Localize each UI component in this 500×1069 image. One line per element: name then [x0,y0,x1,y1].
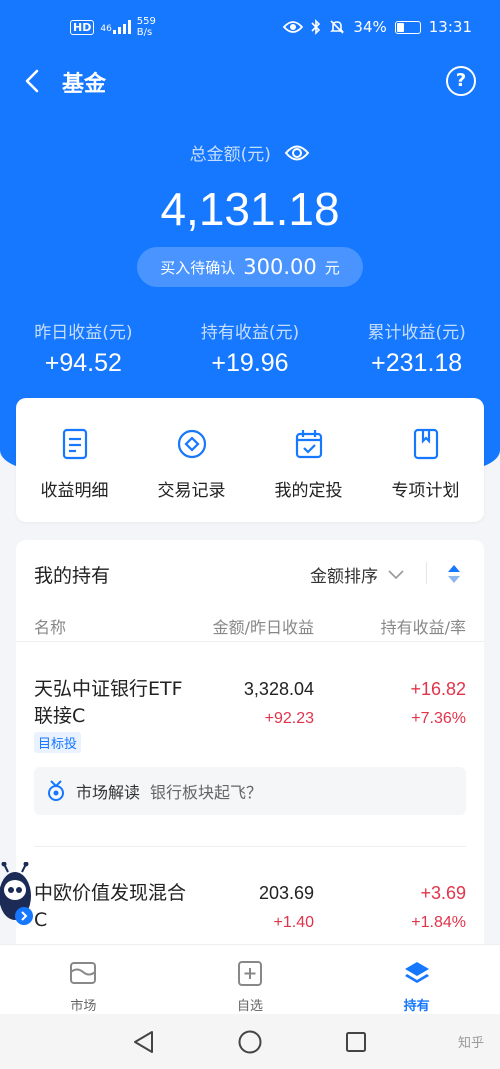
clock: 13:31 [428,18,472,36]
stat-yesterday: 昨日收益(元) +94.52 [0,318,167,378]
divider [34,846,466,847]
tab-market[interactable]: 市场 [0,945,167,1014]
fund-name: 中欧价值发现混合C [34,882,187,931]
eye-icon[interactable] [284,144,310,162]
action-label: 交易记录 [157,481,226,501]
stat-holding: 持有收益(元) +19.96 [167,318,334,378]
bookmark-icon [413,428,438,460]
fund-amount: 203.69 [258,883,314,903]
fund-row[interactable]: 天弘中证银行ETF联接C 3,328.04 +92.23 +16.82 +7.3… [16,670,484,870]
battery-percent: 34% [353,18,387,36]
sort-order-icon[interactable] [446,562,462,586]
hd-badge: HD [70,19,95,35]
system-home-icon[interactable] [238,1030,262,1054]
speed-value: 559 [136,16,156,27]
help-icon: ? [455,70,467,91]
status-bar: HD 46 559 B/s 34% 13:31 [0,0,500,52]
tab-watchlist[interactable]: 自选 [167,945,334,1014]
holdings-header: 我的持有 金额排序 [16,540,484,604]
holdings-card: 我的持有 金额排序 名称 金额/昨日收益 持有收益/率 天弘中证银行ETF联接C… [16,540,484,960]
fund-profit-rate: +1.84% [411,914,466,931]
chevron-down-icon [388,569,404,579]
stat-label: 昨日收益(元) [34,323,133,343]
col-name: 名称 [34,618,67,637]
tab-label: 市场 [70,999,97,1014]
document-icon [62,428,87,460]
col-profit: 持有收益/率 [380,618,466,637]
stat-value: +94.52 [44,349,122,377]
total-label-row: 总金额(元) [0,140,500,165]
sort-label: 金额排序 [310,567,378,587]
insight-label: 市场解读 [76,783,141,802]
stat-value: +19.96 [211,349,289,377]
total-label: 总金额(元) [189,145,271,165]
page-title: 基金 [62,72,107,97]
total-amount: 4,131.18 [160,183,340,235]
chevron-left-icon [25,69,39,93]
tab-holdings[interactable]: 持有 [333,945,500,1014]
tab-label: 自选 [237,999,264,1014]
signal-label: 46 [100,24,112,34]
status-right: 34% 13:31 [283,18,472,36]
action-label: 专项计划 [391,481,460,501]
action-auto-invest[interactable]: 我的定投 [250,398,367,522]
column-headers: 名称 金额/昨日收益 持有收益/率 [16,606,484,642]
fund-yesterday-profit: +1.40 [273,914,314,931]
pending-confirm-badge[interactable]: 买入待确认 300.00 元 [137,247,363,287]
help-button[interactable]: ? [446,66,476,96]
battery-fill [396,22,404,32]
system-back-icon[interactable] [132,1030,154,1054]
pending-label: 买入待确认 [160,258,236,277]
insight-text: 银行板块起飞？ [150,783,263,802]
add-favorite-icon [238,961,262,986]
action-label: 收益明细 [40,481,109,501]
fund-holding-profit: +16.82 [410,679,466,699]
market-icon [70,962,97,984]
stat-label: 持有收益(元) [200,323,300,343]
mascot-assistant-icon[interactable] [0,862,40,934]
holdings-title: 我的持有 [34,565,111,587]
fund-profit-rate: +7.36% [411,710,466,727]
fund-holding-profit: +3.69 [420,883,466,903]
tab-label: 持有 [403,999,430,1014]
system-recent-apps-icon[interactable] [345,1031,367,1053]
fund-yesterday-profit: +92.23 [264,710,314,727]
calendar-check-icon [295,430,322,459]
network-speed: 559 B/s [137,16,156,38]
profit-stats: 昨日收益(元) +94.52 持有收益(元) +19.96 累计收益(元) +2… [0,318,500,378]
action-label: 我的定投 [274,481,343,501]
speed-unit: B/s [136,27,153,38]
stat-label: 累计收益(元) [367,323,466,343]
stat-cumulative: 累计收益(元) +231.18 [333,318,500,378]
status-left: HD 46 559 B/s [70,16,156,38]
quick-actions-card: 收益明细 交易记录 我的定投 专项计划 [16,398,484,522]
mute-icon [330,20,345,34]
pending-unit: 元 [324,258,340,277]
fund-tag: 目标投 [34,732,82,753]
nav-bar: 基金 ? [0,56,500,106]
fund-name: 天弘中证银行ETF联接C [34,678,183,727]
bluetooth-icon [311,19,321,35]
market-insight[interactable]: 市场解读 银行板块起飞？ [34,767,466,815]
system-nav-bar: 知乎 [0,1014,500,1069]
coin-icon [177,429,206,459]
bottom-tab-bar: 市场 自选 持有 [0,944,500,1014]
divider [426,562,427,584]
signal-icon: 46 [100,20,131,34]
action-special-plan[interactable]: 专项计划 [367,398,484,522]
back-button[interactable] [16,64,50,98]
watermark: 知乎 [457,1036,484,1051]
action-transactions[interactable]: 交易记录 [133,398,250,522]
eye-comfort-icon [283,21,304,33]
col-amount: 金额/昨日收益 [212,618,314,637]
pending-value: 300.00 [243,255,317,279]
action-income-detail[interactable]: 收益明细 [16,398,133,522]
sort-dropdown[interactable]: 金额排序 [310,562,404,587]
medal-icon [48,780,64,801]
fund-amount: 3,328.04 [243,679,314,699]
layers-icon [404,962,429,983]
stat-value: +231.18 [371,349,463,377]
battery-icon [394,20,421,34]
